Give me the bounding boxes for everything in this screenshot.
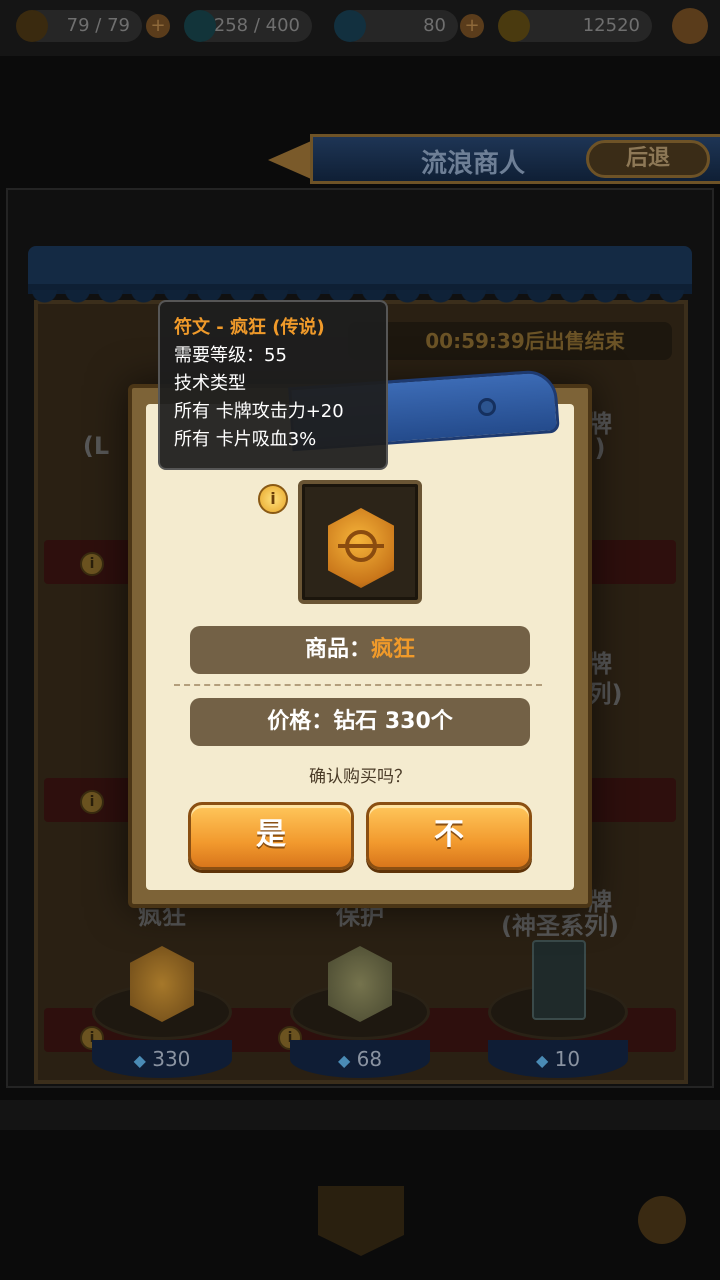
price-tag[interactable]: ◆ 330	[92, 1040, 232, 1078]
add-diamond-button[interactable]: +	[460, 14, 484, 38]
price-tag[interactable]: ◆ 68	[290, 1040, 430, 1078]
item-tooltip: 符文 - 疯狂 (传说) 需要等级：55 技术类型 所有 卡牌攻击力+20 所有…	[158, 300, 388, 470]
potion-value: 258 / 400	[213, 15, 300, 36]
item-prefix-label: 商品：	[304, 637, 371, 662]
page-title: 流浪商人	[420, 149, 525, 179]
lightning-icon	[16, 10, 48, 42]
potion-icon	[184, 10, 216, 42]
menu-icon[interactable]	[672, 8, 708, 44]
add-energy-button[interactable]: +	[146, 14, 170, 38]
shop-awning	[28, 246, 692, 294]
settings-icon[interactable]	[638, 1196, 686, 1244]
price-value: 68	[356, 1047, 383, 1071]
gold-value: 12520	[582, 15, 640, 36]
price-value: 10	[554, 1047, 581, 1071]
item-name-field: 商品：疯狂	[190, 626, 530, 674]
back-button[interactable]: 后退	[586, 140, 710, 178]
tooltip-type: 技术类型	[174, 373, 246, 394]
top-resource-bar: 79 / 79 + 258 / 400 80 + 12520	[0, 0, 720, 56]
gold-coin-icon	[498, 10, 530, 42]
ribbon-bolt-icon	[478, 398, 496, 416]
bottom-nav-bar	[0, 1100, 720, 1130]
potion-counter: 258 / 400	[184, 10, 312, 42]
divider	[174, 684, 542, 686]
card-back-icon[interactable]	[532, 940, 586, 1020]
item-name-value: 疯狂	[371, 637, 416, 662]
price-field: 价格：钻石 330个	[190, 698, 530, 746]
sale-timer: 00:59:39后出售结束	[348, 322, 672, 360]
diamond-icon	[334, 10, 366, 42]
item-info-button[interactable]: i	[80, 790, 104, 814]
tooltip-effect: 所有 卡牌攻击力+20	[174, 401, 344, 422]
item-info-icon[interactable]: i	[258, 484, 288, 514]
price-tag[interactable]: ◆ 10	[488, 1040, 628, 1078]
tooltip-level: 需要等级：55	[174, 345, 287, 366]
item-label-partial: (L	[82, 432, 110, 460]
tooltip-effect: 所有 卡片吸血3%	[174, 429, 317, 450]
energy-value: 79 / 79	[66, 15, 130, 36]
diamond-counter: 80	[334, 10, 458, 42]
no-button[interactable]: 不	[366, 802, 532, 870]
diamond-icon: ◆	[337, 1051, 351, 1070]
item-info-button[interactable]: i	[80, 552, 104, 576]
diamond-icon: ◆	[535, 1051, 549, 1070]
shop-item-name: (神圣系列)	[501, 912, 619, 940]
tooltip-title: 符文 - 疯狂 (传说)	[174, 317, 325, 338]
rune-symbol-bar	[338, 544, 384, 548]
diamond-value: 80	[423, 15, 446, 36]
energy-counter: 79 / 79	[16, 10, 142, 42]
home-emblem-icon[interactable]	[318, 1186, 404, 1256]
confirm-question: 确认购买吗？	[309, 767, 411, 787]
gold-counter: 12520	[498, 10, 652, 42]
yes-button[interactable]: 是	[188, 802, 354, 870]
price-value: 330	[152, 1047, 191, 1071]
diamond-icon: ◆	[133, 1051, 146, 1070]
